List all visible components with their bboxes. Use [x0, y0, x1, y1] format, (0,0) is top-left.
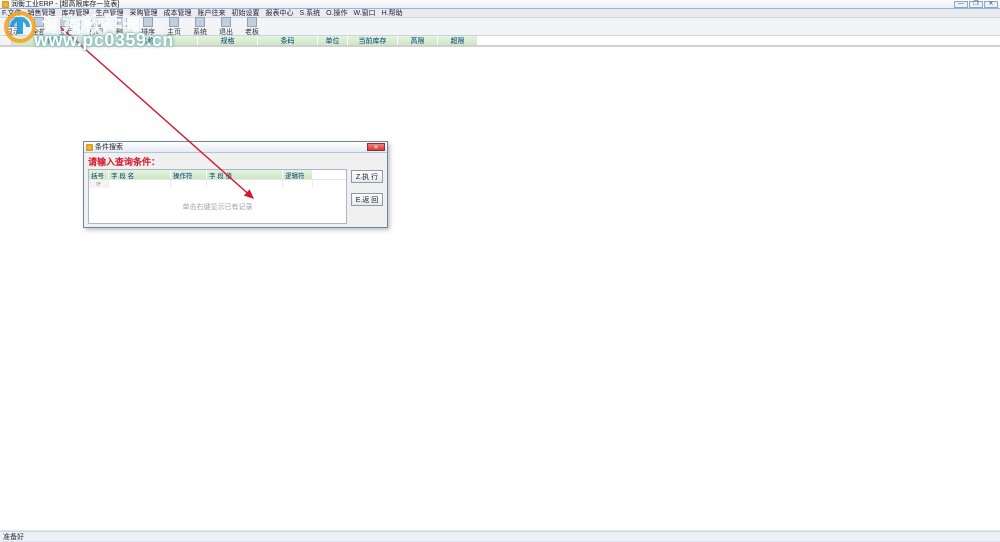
tool-print[interactable]: 打印 [85, 17, 107, 37]
execute-button[interactable]: Z.执 行 [351, 170, 383, 183]
toolbar: 显示 全部 检索 打印 删除 排序 主页 系统 退出 老板 [0, 18, 1000, 36]
grid-col-3[interactable]: 条码 [258, 36, 318, 45]
menu-window[interactable]: W.窗口 [353, 8, 375, 18]
dialog-close-button[interactable]: ✕ [367, 143, 385, 151]
criteria-table[interactable]: 括号字 段 名操作符字 段 值逻辑符 ☞ 单击右键显示已有记录 [88, 169, 347, 224]
tool-search[interactable]: 检索 [54, 17, 76, 37]
toolbar-separator [80, 20, 81, 34]
grid-col-0[interactable]: 编号 [12, 36, 98, 45]
workspace: 条件搜索 ✕ 请输入查询条件： 括号字 段 名操作符字 段 值逻辑符 ☞ 单击右… [0, 46, 1000, 530]
sort-icon [143, 17, 153, 27]
grid-col-4[interactable]: 单位 [318, 36, 348, 45]
menu-report[interactable]: 报表中心 [265, 8, 293, 18]
dialog-title: 条件搜索 [95, 142, 123, 152]
cell-operator[interactable] [171, 180, 207, 188]
close-button[interactable]: ✕ [984, 1, 998, 8]
tool-home[interactable]: 主页 [163, 17, 185, 37]
status-bar: 准备好 [0, 531, 1000, 541]
home-icon [169, 17, 179, 27]
criteria-col-3[interactable]: 字 段 值 [207, 170, 283, 179]
menu-system[interactable]: S.系统 [299, 8, 320, 18]
boss-icon [247, 17, 257, 27]
grid-col-6[interactable]: 高限 [398, 36, 438, 45]
criteria-col-4[interactable]: 逻辑符 [283, 170, 313, 179]
criteria-col-1[interactable]: 字 段 名 [109, 170, 171, 179]
cell-value[interactable] [207, 180, 283, 188]
grid-col-5[interactable]: 当前库存 [348, 36, 398, 45]
table-row[interactable]: ☞ [89, 179, 346, 188]
dialog-title-bar[interactable]: 条件搜索 ✕ [84, 142, 387, 153]
tool-exit[interactable]: 退出 [215, 17, 237, 37]
grid-header: 编号名称规格条码单位当前库存高限超限 [0, 36, 1000, 46]
all-icon [34, 17, 44, 27]
dialog-prompt: 请输入查询条件： [84, 153, 387, 169]
row-handle [0, 36, 12, 45]
tool-system[interactable]: 系统 [189, 17, 211, 37]
grid-col-1[interactable]: 名称 [98, 36, 198, 45]
table-hint: 单击右键显示已有记录 [89, 202, 346, 212]
criteria-col-2[interactable]: 操作符 [171, 170, 207, 179]
status-text: 准备好 [3, 532, 24, 542]
maximize-button[interactable]: ❐ [969, 1, 983, 8]
row-indicator: ☞ [89, 180, 109, 188]
search-dialog: 条件搜索 ✕ 请输入查询条件： 括号字 段 名操作符字 段 值逻辑符 ☞ 单击右… [83, 141, 388, 228]
app-icon [2, 1, 9, 8]
tool-show[interactable]: 显示 [2, 17, 24, 37]
system-icon [195, 17, 205, 27]
cell-logic[interactable] [283, 180, 313, 188]
criteria-col-0[interactable]: 括号 [89, 170, 109, 179]
dialog-icon [86, 144, 93, 151]
cell-field[interactable] [109, 180, 171, 188]
tool-boss[interactable]: 老板 [241, 17, 263, 37]
menu-operate[interactable]: O.操作 [326, 8, 347, 18]
delete-icon [117, 17, 127, 27]
show-icon [8, 17, 18, 27]
menu-help[interactable]: H.帮助 [382, 8, 403, 18]
print-icon [91, 17, 101, 27]
tool-sort[interactable]: 排序 [137, 17, 159, 37]
minimize-button[interactable]: — [954, 1, 968, 8]
tool-delete[interactable]: 删除 [111, 17, 133, 37]
grid-col-7[interactable]: 超限 [438, 36, 478, 45]
search-icon [60, 17, 70, 27]
exit-icon [221, 17, 231, 27]
grid-col-2[interactable]: 规格 [198, 36, 258, 45]
tool-all[interactable]: 全部 [28, 17, 50, 37]
back-button[interactable]: E.返 回 [351, 193, 383, 206]
